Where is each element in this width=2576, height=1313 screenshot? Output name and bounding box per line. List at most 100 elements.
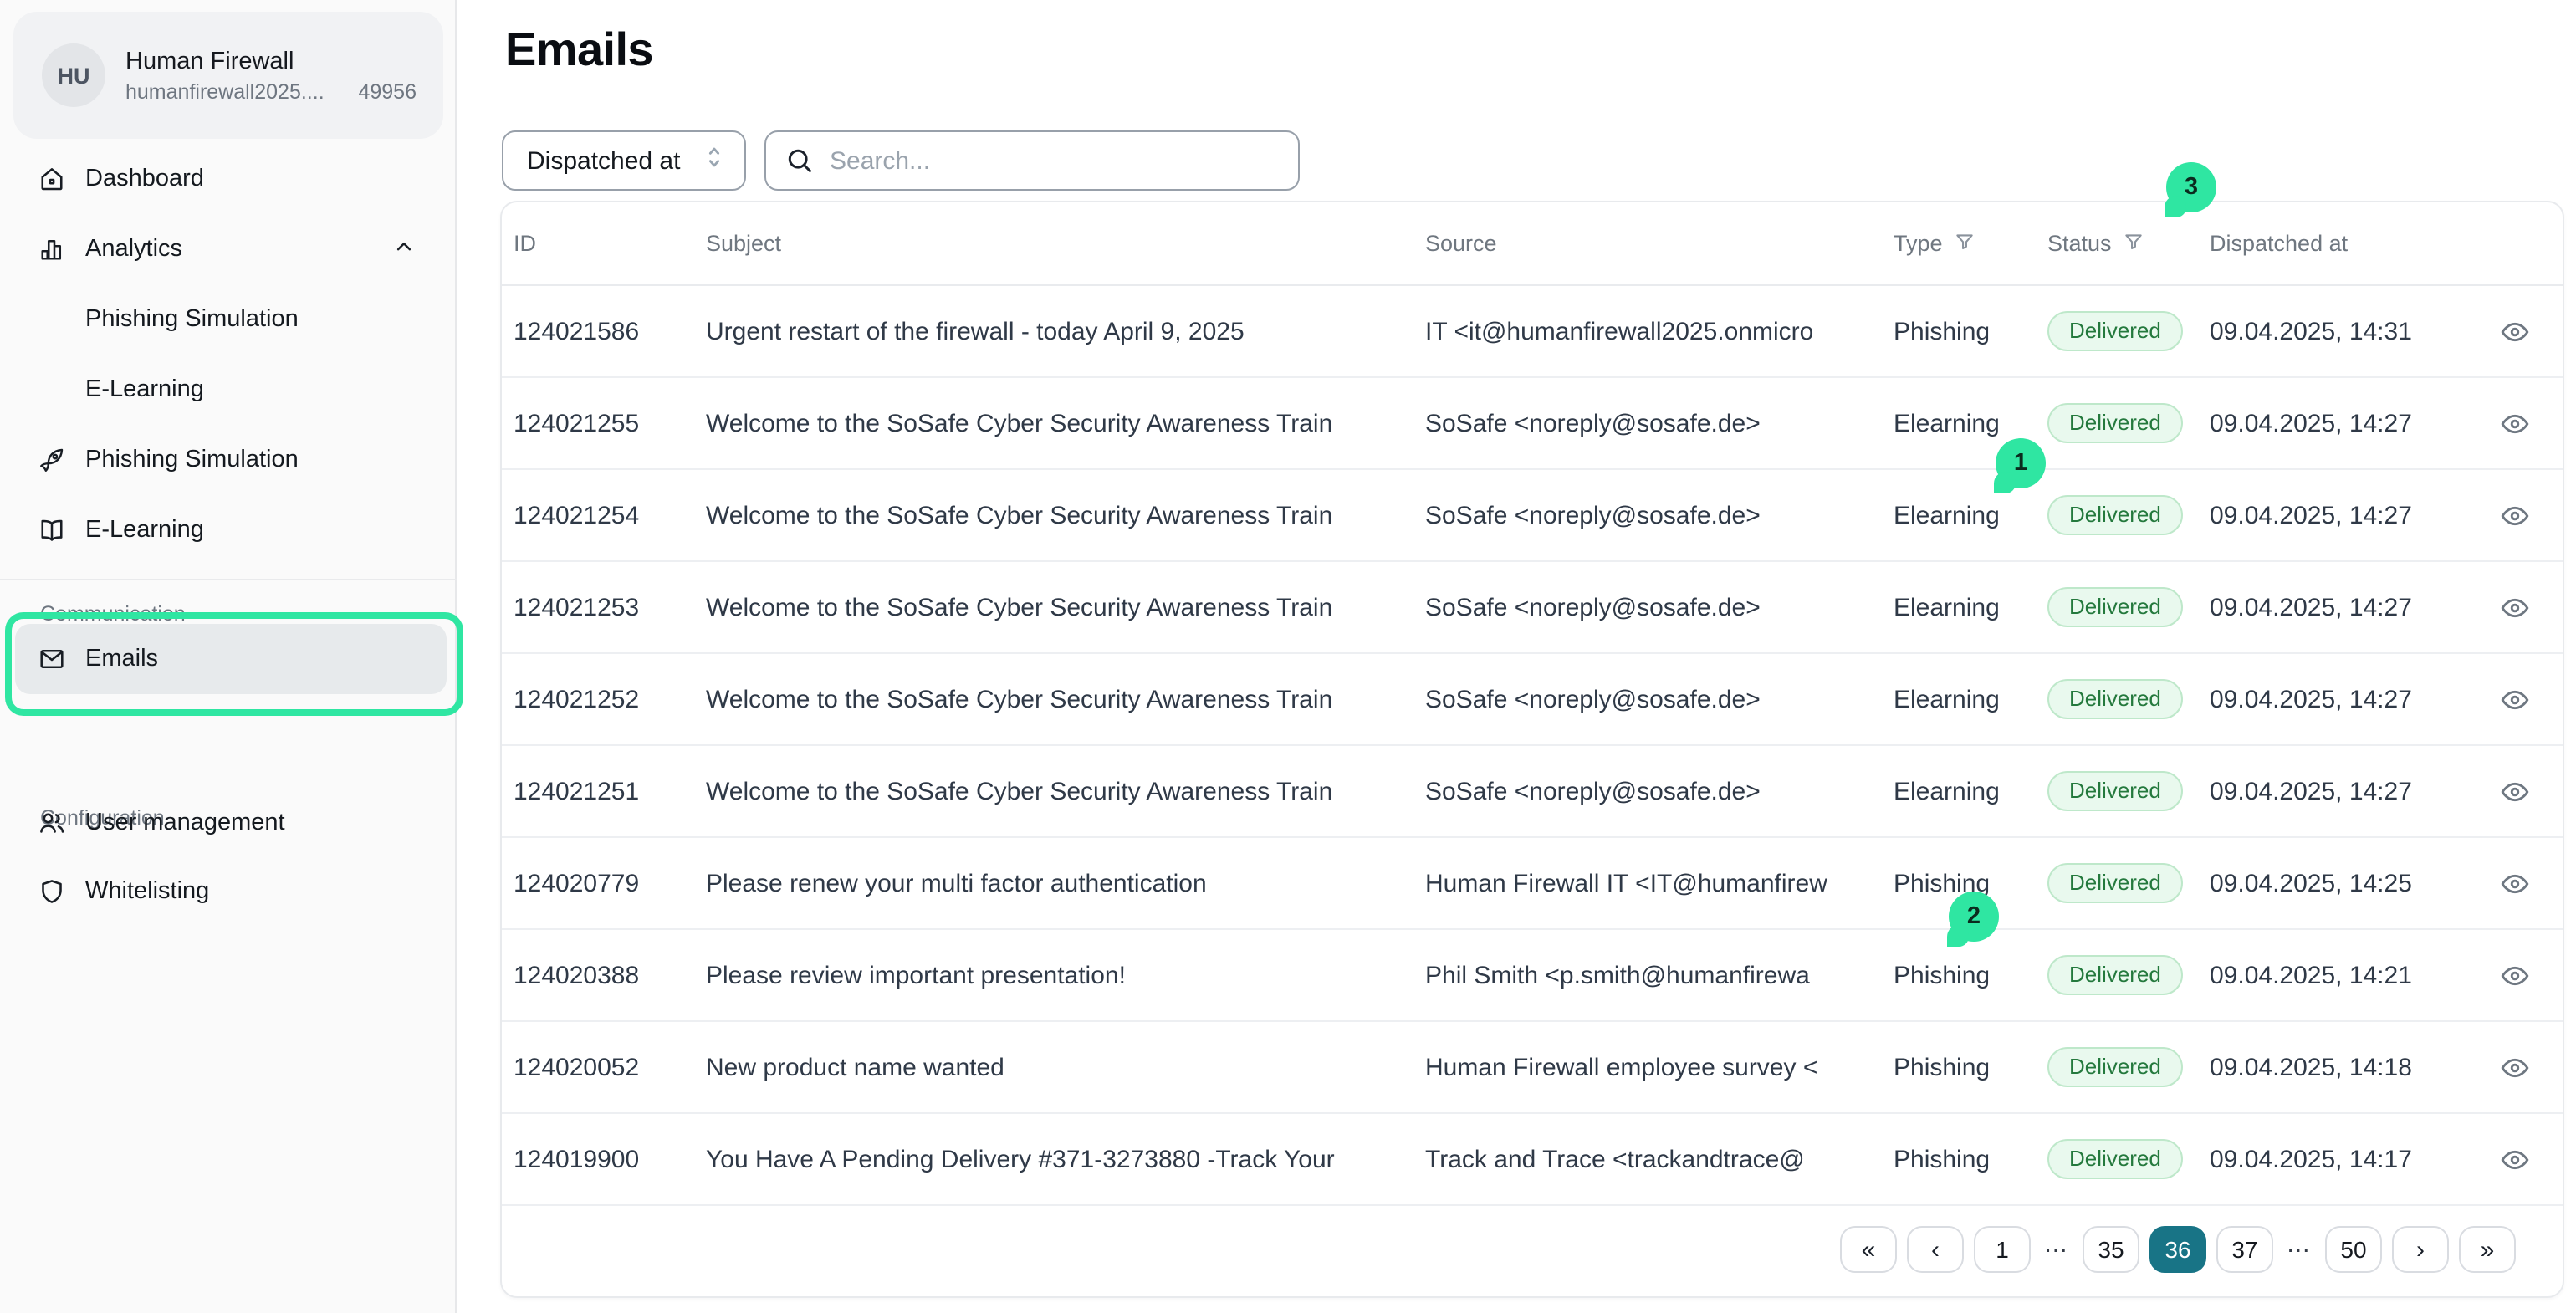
view-email-button[interactable] [2496,865,2533,902]
sidebar-item-label: Emails [85,646,158,672]
table-row[interactable]: 124021253 Welcome to the SoSafe Cyber Se… [502,562,2563,654]
eye-icon [2498,1051,2530,1083]
cell-id: 124021254 [514,501,706,529]
view-email-button[interactable] [2496,1141,2533,1178]
column-header-status: Status [2047,230,2210,257]
sidebar-item-label: Phishing Simulation [85,447,299,473]
cell-type: Phishing [1894,1053,2047,1081]
view-email-button[interactable] [2496,773,2533,810]
sort-select[interactable]: Dispatched at [502,130,746,191]
toolbar: Dispatched at [502,130,1300,191]
pagination-ellipsis: ⋯ [2041,1235,2073,1264]
search-input[interactable] [830,146,1281,175]
cell-source: SoSafe <noreply@sosafe.de> [1425,409,1894,437]
main-content: Emails Dispatched at ID Subject Source T… [458,0,2576,1313]
view-email-button[interactable] [2496,957,2533,994]
sidebar-item-analytics[interactable]: Analytics [0,224,457,274]
table-row[interactable]: 124021254 Welcome to the SoSafe Cyber Se… [502,470,2563,562]
cell-dispatched-at: 09.04.2025, 14:27 [2210,685,2496,713]
status-badge: Delivered [2047,1046,2183,1088]
cell-status: Delivered [2047,770,2210,812]
status-badge: Delivered [2047,862,2183,904]
cell-dispatched-at: 09.04.2025, 14:25 [2210,869,2496,897]
table-row[interactable]: 124020779 Please renew your multi factor… [502,838,2563,930]
pagination-page-37[interactable]: 37 [2216,1226,2273,1273]
column-header-subject: Subject [706,231,1425,256]
cell-status: Delivered [2047,862,2210,904]
cell-id: 124019900 [514,1145,706,1173]
table-row[interactable]: 124021586 Urgent restart of the firewall… [502,286,2563,378]
sidebar-item-user-management[interactable]: User management [0,798,455,848]
table-row[interactable]: 124020052 New product name wanted Human … [502,1022,2563,1114]
cell-subject: Welcome to the SoSafe Cyber Security Awa… [706,777,1425,805]
cell-status: Delivered [2047,1138,2210,1180]
view-email-button[interactable] [2496,405,2533,442]
pagination-ellipsis: ⋯ [2283,1235,2315,1264]
pagination-page-36-active[interactable]: 36 [2149,1226,2206,1273]
search-box [764,130,1300,191]
sidebar-item-emails[interactable]: Emails [15,624,447,694]
eye-icon [2498,315,2530,347]
status-badge: Delivered [2047,494,2183,536]
cell-type: Phishing [1894,317,2047,345]
pagination-first-button[interactable]: « [1840,1226,1897,1273]
pagination-last-button[interactable]: » [2459,1226,2516,1273]
sidebar-item-label: E-Learning [85,376,204,403]
filter-icon[interactable] [2124,230,2145,257]
table-row[interactable]: 124020388 Please review important presen… [502,930,2563,1022]
eye-icon [2498,683,2530,715]
sidebar-item-label: Phishing Simulation [85,306,299,333]
column-header-type: Type [1894,230,2047,257]
sidebar-item-elearning[interactable]: E-Learning [0,505,457,555]
cell-source: IT <it@humanfirewall2025.onmicro [1425,317,1894,345]
cell-source: Human Firewall IT <IT@humanfirew [1425,869,1894,897]
view-email-button[interactable] [2496,681,2533,718]
cell-dispatched-at: 09.04.2025, 14:27 [2210,409,2496,437]
table-row[interactable]: 124021252 Welcome to the SoSafe Cyber Se… [502,654,2563,746]
view-email-button[interactable] [2496,1049,2533,1086]
eye-icon [2498,591,2530,623]
chevron-up-icon[interactable] [391,233,417,265]
pagination-page-35[interactable]: 35 [2083,1226,2139,1273]
column-header-source: Source [1425,231,1894,256]
sidebar-section-communication: Communication [0,602,457,626]
sidebar-nav: Dashboard Analytics Phishing Simulation … [0,154,457,642]
sidebar-item-whitelisting[interactable]: Whitelisting [0,866,455,917]
status-badge: Delivered [2047,402,2183,444]
view-email-button[interactable] [2496,589,2533,626]
sidebar-item-phishing-simulation[interactable]: Phishing Simulation [0,435,457,485]
pagination-page-50[interactable]: 50 [2325,1226,2382,1273]
sidebar-item-dashboard[interactable]: Dashboard [0,154,457,204]
sidebar-item-analytics-phishing-simulation[interactable]: Phishing Simulation [0,294,457,345]
eye-icon [2498,499,2530,531]
sidebar-item-analytics-elearning[interactable]: E-Learning [0,365,457,415]
pagination-page-1[interactable]: 1 [1974,1226,2031,1273]
eye-icon [2498,867,2530,899]
status-badge: Delivered [2047,954,2183,996]
account-switcher[interactable]: HU Human Firewall humanfirewall2025.... … [13,12,443,139]
cell-source: Track and Trace <trackandtrace@ [1425,1145,1894,1173]
status-badge: Delivered [2047,770,2183,812]
cell-type: Elearning [1894,685,2047,713]
pagination-next-button[interactable]: › [2392,1226,2449,1273]
cell-subject: Please renew your multi factor authentic… [706,869,1425,897]
pagination-prev-button[interactable]: ‹ [1907,1226,1964,1273]
status-badge: Delivered [2047,310,2183,352]
table-row[interactable]: 124021255 Welcome to the SoSafe Cyber Se… [502,378,2563,470]
cell-id: 124021253 [514,593,706,621]
view-email-button[interactable] [2496,313,2533,350]
cell-id: 124021255 [514,409,706,437]
filter-icon[interactable] [1955,230,1976,257]
eye-icon [2498,959,2530,991]
sidebar-item-label: Dashboard [85,166,204,192]
cell-subject: New product name wanted [706,1053,1425,1081]
table-row[interactable]: 124019900 You Have A Pending Delivery #3… [502,1114,2563,1206]
book-icon [37,515,67,545]
cell-type: Elearning [1894,501,2047,529]
cell-subject: Welcome to the SoSafe Cyber Security Awa… [706,593,1425,621]
view-email-button[interactable] [2496,497,2533,534]
cell-type: Phishing [1894,869,2047,897]
table-row[interactable]: 124021251 Welcome to the SoSafe Cyber Se… [502,746,2563,838]
cell-subject: Please review important presentation! [706,961,1425,989]
cell-source: SoSafe <noreply@sosafe.de> [1425,593,1894,621]
